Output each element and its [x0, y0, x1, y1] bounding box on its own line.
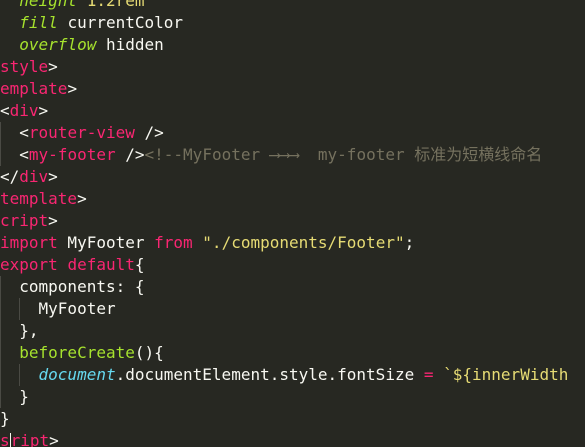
code-line: export default{ [0, 254, 568, 276]
code-line: sript> [0, 430, 568, 447]
css-value: currentColor [67, 13, 184, 32]
code-line: style> [0, 56, 568, 78]
semicolon: ; [404, 233, 415, 252]
identifier: MyFooter [57, 233, 155, 252]
keyword-export: export [0, 255, 58, 274]
tag-bracket: > [77, 189, 87, 208]
tag-name: my-footer [28, 145, 116, 164]
css-value: hidden [105, 35, 164, 54]
css-value: 1.2rem [86, 0, 145, 10]
method-params: (){ [134, 343, 164, 362]
string-literal: "./components/Footer" [202, 233, 405, 252]
tag-name: emplate [0, 79, 68, 98]
code-line: beforeCreate(){ [0, 342, 568, 364]
tag-bracket: > [48, 57, 58, 76]
tag-name: ript [10, 431, 50, 447]
tag-name: router-view [28, 123, 135, 142]
code-line: height 1.2rem [0, 0, 568, 12]
code-line: overflow hidden [0, 34, 568, 56]
brace: { [134, 255, 145, 274]
brace: } [19, 387, 29, 406]
indent-guide [0, 320, 1, 342]
code-line: import MyFooter from "./components/Foote… [0, 232, 568, 254]
indent-guide [0, 298, 1, 320]
indent-guide [19, 364, 20, 386]
code-line: fill currentColor [0, 12, 568, 34]
tag-bracket: > [49, 431, 59, 447]
indent-guide [0, 386, 1, 408]
tag-bracket: > [48, 167, 58, 186]
tag-name: div [9, 101, 39, 120]
indent-guide [0, 276, 1, 298]
code-line: <router-view /> [0, 122, 568, 144]
code-line: }, [0, 320, 568, 342]
builtin-object: document [38, 365, 116, 384]
tag-name: style [0, 57, 49, 76]
code-line: <div> [0, 100, 568, 122]
tag-bracket: > [38, 101, 49, 120]
indent-guide [0, 364, 1, 386]
code-line: } [0, 408, 568, 430]
tag-bracket: /> [115, 145, 145, 164]
tag-bracket: < [19, 145, 29, 164]
brace: } [0, 409, 10, 428]
template-literal: `${innerWidth [443, 365, 569, 384]
indent-guide [0, 144, 1, 166]
code-line: <my-footer /><!--MyFooter ⟶⟶⟶ my-footer … [0, 144, 568, 166]
keyword-from: from [154, 233, 193, 252]
identifier: MyFooter [38, 299, 116, 318]
tag-bracket: < [19, 123, 29, 142]
code-area[interactable]: height 1.2rem fill currentColor overflow… [0, 0, 568, 447]
brace: }, [19, 321, 39, 340]
css-property: height [19, 0, 78, 10]
code-line: cript> [0, 210, 568, 232]
keyword-import: import [0, 233, 58, 252]
code-line: document.documentElement.style.fontSize … [0, 364, 568, 386]
code-editor[interactable]: height 1.2rem fill currentColor overflow… [0, 0, 585, 447]
tag-name: div [19, 167, 49, 186]
method-name: beforeCreate [19, 343, 135, 362]
keyword-default: default [67, 255, 135, 274]
indent-guide [0, 342, 1, 364]
tag-name: template [0, 189, 78, 208]
tag-bracket: /> [134, 123, 164, 142]
code-line: MyFooter [0, 298, 568, 320]
css-property: overflow [19, 35, 97, 54]
code-line: emplate> [0, 78, 568, 100]
indent-guide [0, 122, 1, 144]
tag-name: cript [0, 211, 49, 230]
tag-bracket: </ [0, 167, 20, 186]
tag-name: s [0, 431, 10, 447]
object-key: components: { [19, 277, 145, 296]
code-line: template> [0, 188, 568, 210]
tag-bracket: < [0, 101, 10, 120]
code-line: } [0, 386, 568, 408]
tag-bracket: > [48, 211, 58, 230]
html-comment: <!--MyFooter ⟶⟶⟶ my-footer 标准为短横线命名 [144, 145, 543, 164]
code-line: components: { [0, 276, 568, 298]
indent-guide [19, 298, 20, 320]
tag-bracket: > [67, 79, 78, 98]
code-line: </div> [0, 166, 568, 188]
member-access: .documentElement.style.fontSize [115, 365, 424, 384]
css-property: fill [19, 13, 58, 32]
